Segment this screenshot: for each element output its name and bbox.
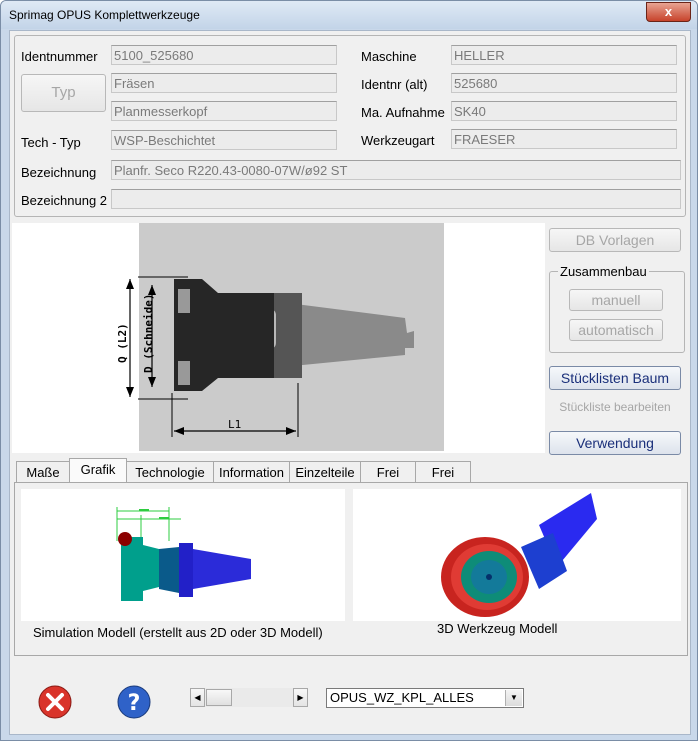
tab-einzelteile[interactable]: Einzelteile xyxy=(289,461,361,482)
tab-frei-2[interactable]: Frei xyxy=(415,461,471,482)
3d-model-view xyxy=(353,489,681,621)
dim-d-label: D (Schneide) xyxy=(142,294,155,373)
main-window: Sprimag OPUS Komplettwerkzeuge x Identnu… xyxy=(0,0,698,741)
scroll-left-arrow-icon[interactable]: ◀ xyxy=(190,688,205,707)
bezeichnung2-field[interactable] xyxy=(111,189,681,209)
identnummer-label: Identnummer xyxy=(21,49,98,64)
techtyp-label: Tech - Typ xyxy=(21,135,81,150)
aufnahme-field[interactable]: SK40 xyxy=(451,101,677,121)
client-area: Identnummer 5100_525680 Typ Fräsen Planm… xyxy=(9,30,691,735)
manuell-button[interactable]: manuell xyxy=(569,289,663,311)
grafik-panel: Simulation Modell (erstellt aus 2D oder … xyxy=(14,482,688,656)
red-x-icon[interactable] xyxy=(38,685,72,719)
profile-combobox[interactable]: OPUS_WZ_KPL_ALLES ▼ xyxy=(326,688,524,708)
stuecklisten-baum-button[interactable]: Stücklisten Baum xyxy=(549,366,681,390)
tab-masse[interactable]: Maße xyxy=(16,461,70,482)
identnummer-field[interactable]: 5100_525680 xyxy=(111,45,337,65)
werkzeugart-label: Werkzeugart xyxy=(361,133,435,148)
question-mark-icon[interactable]: ? xyxy=(117,685,151,719)
help-glyph: ? xyxy=(128,691,141,716)
tool-photo-drawing: Q (L2) D (Schneide) L1 xyxy=(116,223,444,451)
bezeichnung-field[interactable]: Planfr. Seco R220.43-0080-07W/ø92 ST xyxy=(111,160,681,180)
tool-drawing-area: Q (L2) D (Schneide) L1 xyxy=(12,223,545,453)
typ-line1-field[interactable]: Fräsen xyxy=(111,73,337,93)
dim-q-label: Q (L2) xyxy=(116,323,129,363)
typ-button[interactable]: Typ xyxy=(21,74,106,112)
scroll-thumb[interactable] xyxy=(206,689,232,706)
typ-line2-field[interactable]: Planmesserkopf xyxy=(111,101,337,121)
simulation-caption: Simulation Modell (erstellt aus 2D oder … xyxy=(33,625,323,640)
tab-technologie[interactable]: Technologie xyxy=(126,461,214,482)
werkzeugart-field[interactable]: FRAESER xyxy=(451,129,677,149)
stueckliste-bearbeiten-button[interactable]: Stückliste bearbeiten xyxy=(549,396,681,418)
db-vorlagen-button[interactable]: DB Vorlagen xyxy=(549,228,681,252)
chevron-down-icon[interactable]: ▼ xyxy=(505,690,522,706)
maschine-field[interactable]: HELLER xyxy=(451,45,677,65)
tab-information[interactable]: Information xyxy=(213,461,290,482)
window-title: Sprimag OPUS Komplettwerkzeuge xyxy=(9,8,200,22)
identnr-alt-label: Identnr (alt) xyxy=(361,77,428,92)
3d-model-drawing xyxy=(441,493,597,617)
bezeichnung2-label: Bezeichnung 2 xyxy=(21,193,108,208)
aufnahme-label: Ma. Aufnahme xyxy=(361,105,445,120)
zusammenbau-label: Zusammenbau xyxy=(558,264,649,279)
simulation-model-view xyxy=(21,489,345,621)
tab-frei-1[interactable]: Frei xyxy=(360,461,416,482)
bezeichnung-label: Bezeichnung xyxy=(21,165,97,180)
title-bar: Sprimag OPUS Komplettwerkzeuge x xyxy=(1,1,697,29)
tab-grafik[interactable]: Grafik xyxy=(69,458,127,483)
profile-combobox-value: OPUS_WZ_KPL_ALLES xyxy=(330,690,474,705)
dim-l1-label: L1 xyxy=(228,418,241,431)
automatisch-button[interactable]: automatisch xyxy=(569,319,663,341)
horizontal-scrollbar[interactable]: ◀ ▶ xyxy=(190,688,308,707)
scroll-right-arrow-icon[interactable]: ▶ xyxy=(293,688,308,707)
window-close-button[interactable]: x xyxy=(646,2,691,22)
3d-model-caption: 3D Werkzeug Modell xyxy=(437,621,558,636)
simulation-model-drawing xyxy=(116,507,251,601)
techtyp-field[interactable]: WSP-Beschichtet xyxy=(111,130,337,150)
verwendung-button[interactable]: Verwendung xyxy=(549,431,681,455)
identnr-alt-field[interactable]: 525680 xyxy=(451,73,677,93)
maschine-label: Maschine xyxy=(361,49,417,64)
